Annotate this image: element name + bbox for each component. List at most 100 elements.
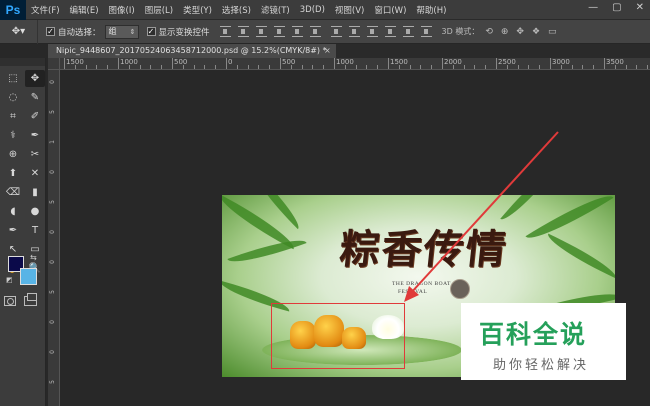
ruler-tick [604,58,605,69]
clone-stamp-icon[interactable]: ⊕ [3,146,23,163]
ruler-label: 0 [49,230,56,234]
menu-window[interactable]: 窗口(W) [369,4,411,16]
align-vcenter-icon[interactable] [237,26,249,37]
minimize-icon[interactable]: — [588,2,598,13]
quick-select-tool-icon[interactable]: ✎ [25,89,45,106]
ruler-corner[interactable] [48,58,60,70]
3d-scale-icon[interactable]: ▭ [548,27,557,37]
ruler-tick [74,65,76,69]
eraser-tool-icon[interactable]: ⌫ [3,184,23,201]
marquee-tool-icon[interactable]: ⬚ [3,70,23,87]
menu-image[interactable]: 图像(I) [104,4,140,16]
ruler-tick [366,65,368,69]
menu-layer[interactable]: 图层(L) [140,4,178,16]
ruler-tick [539,65,541,69]
ruler-tick [528,65,530,69]
move-tool-preset-icon[interactable]: ✥▾ [0,19,38,44]
ruler-tick [355,65,357,69]
ruler-label: 0 [228,58,233,66]
align-right-icon[interactable] [309,26,321,37]
history-brush-icon[interactable]: ✂ [25,146,45,163]
distribute-left-icon[interactable] [384,26,396,37]
pen-tool-icon[interactable]: ✒ [3,222,23,239]
tab-close-icon[interactable]: × [324,44,331,58]
show-transform-checkbox[interactable]: ✓ 显示变换控件 [146,26,210,38]
ruler-tick [64,58,65,69]
menu-select[interactable]: 选择(S) [217,4,256,16]
toolbox-header[interactable] [0,58,45,66]
menu-help[interactable]: 帮助(H) [411,4,451,16]
align-top-icon[interactable] [219,26,231,37]
move-tool-icon[interactable]: ✥ [25,70,45,87]
watermark: 百科全说 助你轻松解决 [461,303,626,380]
tool-grid: ⬚ ✥ ◌ ✎ ⌗ ✐ ⚕ ✒ ⊕ ✂ ⬆ ✕ ⌫ ▮ ◖ ● ✒ T ↖ ▭ … [0,66,45,281]
photoshop-logo: Ps [0,0,26,20]
ruler-tick [312,65,314,69]
background-color-swatch[interactable] [20,268,37,285]
eyedropper-tool-icon[interactable]: ✐ [25,108,45,125]
ruler-tick [431,65,433,69]
ruler-tick [571,65,573,69]
align-bottom-icon[interactable] [255,26,267,37]
menu-view[interactable]: 视图(V) [330,4,369,16]
type-tool-icon[interactable]: T [25,222,45,239]
distribute-top-icon[interactable] [330,26,342,37]
ruler-label: 5 [49,200,56,204]
ruler-tick [550,58,551,69]
close-icon[interactable]: ✕ [636,2,644,13]
gradient-tool-icon[interactable]: ▮ [25,184,45,201]
distribute-vcenter-icon[interactable] [348,26,360,37]
ruler-tick [334,58,335,69]
menu-3d[interactable]: 3D(D) [295,5,330,15]
distribute-hcenter-icon[interactable] [402,26,414,37]
3d-roll-icon[interactable]: ⊕ [501,27,509,37]
maximize-icon[interactable]: ▢ [612,2,621,13]
pattern-stamp-icon[interactable]: ✕ [25,165,45,182]
selection-marquee[interactable] [271,303,405,369]
ruler-tick [301,65,303,69]
bamboo-leaf [227,231,307,271]
blur-tool-icon[interactable]: ◖ [3,203,23,220]
brush-tool-icon[interactable]: ✒ [25,127,45,144]
menu-file[interactable]: 文件(F) [26,4,65,16]
3d-rotate-icon[interactable]: ⟲ [485,27,493,37]
mask-row [4,293,37,306]
vertical-ruler[interactable]: 05105005005 [48,70,60,406]
ruler-tick [409,65,411,69]
ruler-label: 5 [49,110,56,114]
lasso-tool-icon[interactable]: ◌ [3,89,23,106]
ruler-label: 0 [49,170,56,174]
align-left-icon[interactable] [273,26,285,37]
document-tab[interactable]: Nipic_9448607_20170524063458712000.psd @… [48,44,336,58]
auto-select-dropdown[interactable]: 组 [104,24,139,39]
3d-pan-icon[interactable]: ✥ [516,27,524,37]
swap-colors-icon[interactable]: ⇆ [30,253,37,262]
menu-edit[interactable]: 编辑(E) [65,4,104,16]
ruler-tick [560,65,562,69]
artwork-subtitle: FESTIVAL [398,289,428,295]
healing-brush-icon[interactable]: ⚕ [3,127,23,144]
distribute-bottom-icon[interactable] [366,26,378,37]
quick-mask-icon[interactable] [4,296,16,306]
screen-mode-icon[interactable] [24,293,37,306]
stamp-icon[interactable]: ⬆ [3,165,23,182]
ruler-tick [161,65,163,69]
ruler-tick [647,65,649,69]
ruler-tick [344,65,346,69]
horizontal-ruler[interactable]: 1500100050005001000150020002500300035004… [60,58,650,70]
menu-filter[interactable]: 滤镜(T) [256,4,295,16]
default-colors-icon[interactable]: ◩ [6,276,13,284]
ruler-tick [226,58,227,69]
crop-tool-icon[interactable]: ⌗ [3,108,23,125]
auto-select-checkbox[interactable]: ✓ 自动选择： [46,26,101,38]
dodge-tool-icon[interactable]: ● [25,203,45,220]
window-controls: — ▢ ✕ [588,2,644,13]
ruler-tick [247,65,249,69]
menu-type[interactable]: 类型(Y) [178,4,217,16]
distribute-right-icon[interactable] [420,26,432,37]
3d-slide-icon[interactable]: ❖ [532,27,540,37]
ruler-tick [377,65,379,69]
align-hcenter-icon[interactable] [291,26,303,37]
ruler-tick [193,65,195,69]
ruler-tick [398,65,400,69]
